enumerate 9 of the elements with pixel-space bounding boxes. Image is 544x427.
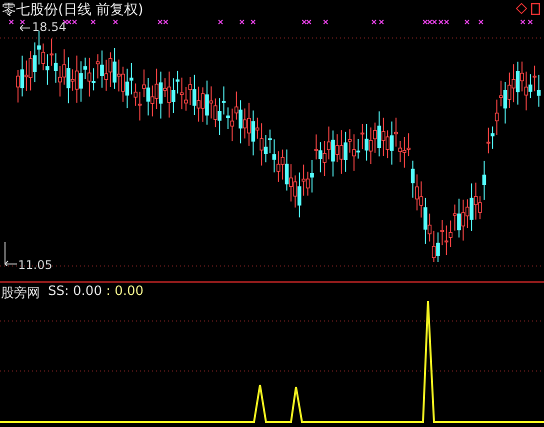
arrow-icon <box>4 242 18 266</box>
indicator-value: : 0.00 <box>106 284 144 299</box>
low-price-label: 11.05 <box>18 258 52 272</box>
indicator-reading: SS: 0.00 <box>48 284 102 299</box>
indicator-name: 股旁网 <box>1 285 40 302</box>
chart-title: 零七股份(日线 前复权) <box>2 1 144 19</box>
high-price-label: 18.54 <box>32 20 66 34</box>
diamond-icon[interactable] <box>516 3 527 14</box>
arrow-icon <box>20 24 30 32</box>
